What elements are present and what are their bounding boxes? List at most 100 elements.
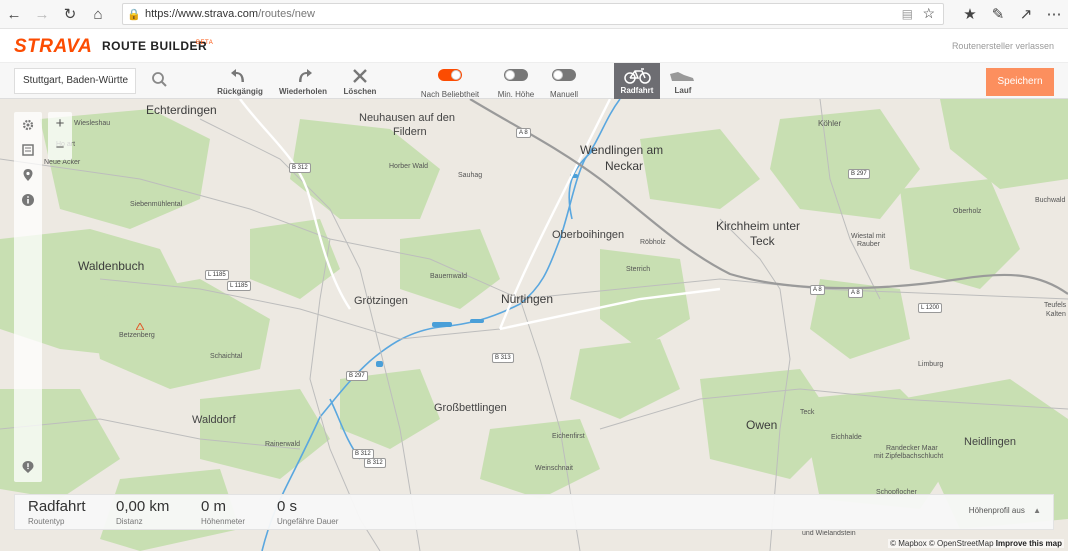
- place-limburg: Limburg: [918, 361, 944, 368]
- bicycle-icon: [624, 68, 651, 84]
- place-neuhausen: Neuhausen auf den: [359, 112, 456, 124]
- more-icon[interactable]: ⋯: [1040, 0, 1068, 28]
- layers-icon[interactable]: [21, 143, 35, 157]
- undo-icon: [231, 69, 244, 82]
- zoom-out-button[interactable]: −: [48, 136, 72, 160]
- shield-a8: A 8: [516, 128, 531, 138]
- shield-b312-c: B 312: [364, 458, 386, 468]
- map-side-controls: [14, 112, 42, 482]
- undo-label: Rückgängig: [217, 87, 263, 96]
- shield-b297: B 297: [848, 169, 870, 179]
- refresh-icon[interactable]: ↻: [56, 0, 84, 28]
- gear-icon[interactable]: [21, 118, 35, 132]
- stat-duration: 0 s Ungefähre Dauer: [277, 498, 338, 526]
- stat-elevation: 0 m Höhenmeter: [201, 498, 245, 526]
- pen-icon[interactable]: ✎: [984, 0, 1012, 28]
- duration-value: 0 s: [277, 498, 298, 515]
- info-icon[interactable]: [21, 193, 35, 207]
- run-label: Lauf: [674, 86, 692, 95]
- place-wendlingen: Wendlingen am: [580, 143, 664, 157]
- place-neuacker: Neue Acker: [44, 159, 81, 166]
- mapbox-link[interactable]: © Mapbox: [890, 539, 927, 548]
- sport-ride-button[interactable]: Radfahrt: [614, 63, 660, 99]
- save-button[interactable]: Speichern: [986, 68, 1054, 96]
- place-schaichtal: Schaichtal: [210, 353, 243, 360]
- sport-run-button[interactable]: Lauf: [660, 63, 706, 99]
- place-wielandstein: und Wielandstein: [802, 530, 856, 537]
- popularity-switch[interactable]: [438, 69, 462, 81]
- place-owen: Owen: [746, 418, 778, 432]
- clear-label: Löschen: [343, 87, 377, 96]
- improve-map-link[interactable]: Improve this map: [996, 539, 1062, 548]
- manual-switch[interactable]: [552, 69, 576, 81]
- min-elevation-switch[interactable]: [504, 69, 528, 81]
- share-icon[interactable]: ↗: [1012, 0, 1040, 28]
- place-betzenberg: Betzenberg: [119, 332, 155, 339]
- elevation-profile-toggle[interactable]: Höhenprofil aus ▲: [969, 506, 1041, 515]
- place-horber-wald: Horber Wald: [389, 163, 429, 170]
- address-bar[interactable]: 🔒 https://www.strava.com/routes/new ▤ ☆: [122, 3, 944, 25]
- shield-a8-b: A 8: [810, 285, 825, 295]
- toggle-min-elevation[interactable]: Min. Höhe: [494, 68, 538, 99]
- forest-areas: [0, 99, 1068, 551]
- place-grossbettlingen: Großbettlingen: [434, 402, 507, 414]
- route-toolbar: Stuttgart, Baden-Württe Rückgängig Wiede…: [0, 63, 1068, 99]
- favorite-star-icon[interactable]: ☆: [922, 5, 935, 22]
- forward-arrow-icon[interactable]: →: [28, 0, 56, 28]
- home-icon[interactable]: ⌂: [84, 0, 112, 28]
- osm-link[interactable]: © OpenStreetMap: [929, 539, 994, 548]
- back-arrow-icon[interactable]: ←: [0, 0, 28, 28]
- place-neuhausen-2: Fildern: [393, 126, 427, 138]
- elevation-label: Höhenmeter: [201, 517, 246, 526]
- map-canvas[interactable]: Echterdingen Neuhausen auf den Fildern W…: [0, 99, 1068, 551]
- place-kirchheim-2: Teck: [750, 234, 775, 248]
- place-rainerwald: Rainerwald: [265, 441, 301, 448]
- url-host: https://www.strava.com: [145, 8, 259, 20]
- browser-toolbar: ← → ↻ ⌂ 🔒 https://www.strava.com/routes/…: [0, 0, 1068, 29]
- close-icon: [353, 69, 367, 83]
- exit-route-builder-link[interactable]: Routenersteller verlassen: [952, 41, 1054, 51]
- search-icon[interactable]: [150, 70, 170, 90]
- place-kirchheim: Kirchheim unter: [716, 219, 801, 233]
- stat-route-type: Radfahrt Routentyp: [28, 498, 86, 526]
- place-koehler: Köhler: [818, 119, 842, 128]
- stat-distance: 0,00 km Distanz: [116, 498, 169, 526]
- route-stats-bar: Radfahrt Routentyp 0,00 km Distanz 0 m H…: [14, 494, 1054, 530]
- location-pin-icon[interactable]: [21, 168, 35, 182]
- toggle-manual[interactable]: Manuell: [546, 68, 582, 99]
- shield-l1185-a: L 1185: [205, 270, 229, 280]
- caret-up-icon: ▲: [1033, 506, 1041, 515]
- feedback-icon[interactable]: [21, 460, 35, 474]
- popularity-label: Nach Beliebtheit: [420, 90, 480, 99]
- route-builder-title: ROUTE BUILDER: [102, 39, 208, 53]
- place-bauernwald: Bauernwald: [430, 273, 467, 280]
- place-oberboihingen: Oberboihingen: [552, 229, 625, 241]
- undo-button[interactable]: Rückgängig: [216, 66, 264, 96]
- min-elevation-label: Min. Höhe: [497, 90, 535, 99]
- place-weinschnait: Weinschnait: [535, 465, 574, 472]
- place-eichenfirst: Eichenfirst: [552, 433, 585, 440]
- map-attribution: © Mapbox © OpenStreetMap Improve this ma…: [888, 539, 1064, 548]
- browser-actions: ★ ✎ ↗ ⋯: [956, 0, 1068, 29]
- shield-a8-c: A 8: [848, 288, 863, 298]
- place-siebenmuehlental: Siebenmühlental: [130, 201, 183, 208]
- route-type-label: Routentyp: [28, 517, 65, 526]
- clear-button[interactable]: Löschen: [342, 66, 378, 96]
- toggle-popularity[interactable]: Nach Beliebtheit: [418, 68, 482, 99]
- place-randecker: Randecker Maar: [886, 445, 938, 452]
- route-type-value: Radfahrt: [28, 498, 86, 515]
- favorites-icon[interactable]: ★: [956, 0, 984, 28]
- location-search-input[interactable]: Stuttgart, Baden-Württe: [14, 68, 136, 94]
- duration-label: Ungefähre Dauer: [277, 517, 339, 526]
- shield-l1200: L 1200: [918, 303, 943, 313]
- reader-view-icon[interactable]: ▤: [902, 7, 913, 21]
- redo-button[interactable]: Wiederholen: [278, 66, 328, 96]
- place-kalten: Kalten: [1046, 311, 1066, 318]
- place-eichhalde: Eichhalde: [831, 434, 862, 441]
- place-roebholz: Röbholz: [640, 239, 666, 246]
- redo-label: Wiederholen: [279, 87, 327, 96]
- strava-logo[interactable]: STRAVA: [14, 36, 92, 58]
- zoom-in-button[interactable]: +: [48, 112, 72, 136]
- manual-label: Manuell: [549, 90, 578, 99]
- shield-b312: B 312: [289, 163, 311, 173]
